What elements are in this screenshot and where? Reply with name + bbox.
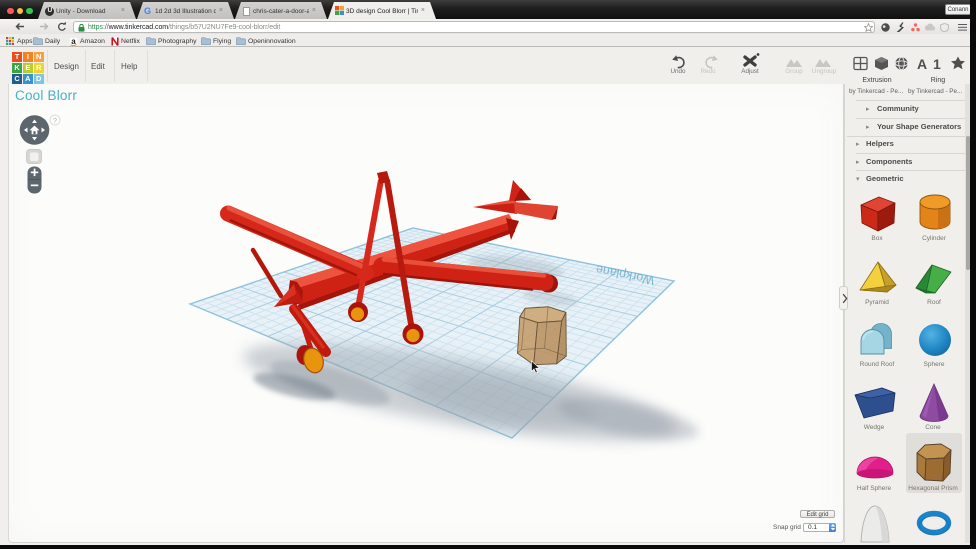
svg-text:?: ? bbox=[53, 118, 57, 125]
svg-text:A: A bbox=[917, 56, 927, 72]
svg-text:1: 1 bbox=[933, 56, 941, 72]
